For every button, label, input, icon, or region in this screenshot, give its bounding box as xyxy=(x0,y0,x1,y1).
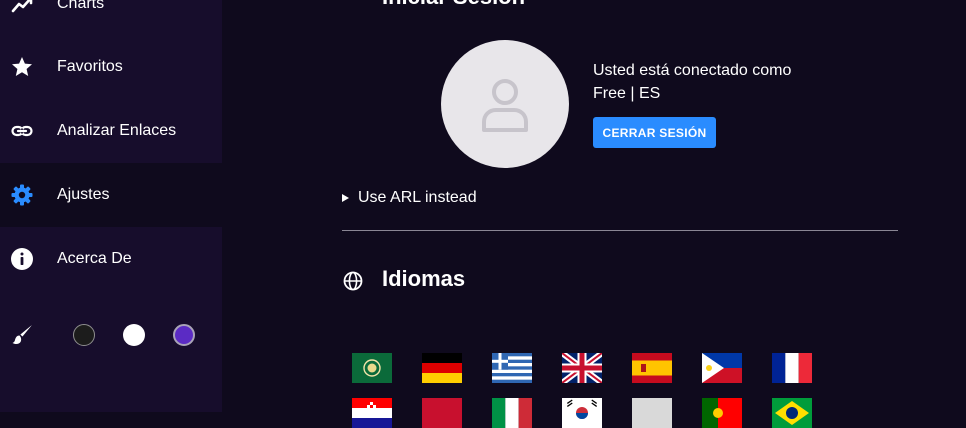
sidebar-item-label: Charts xyxy=(57,0,105,12)
flag-german[interactable] xyxy=(422,353,462,383)
flag-portuguese[interactable] xyxy=(702,398,742,428)
arl-toggle[interactable]: Use ARL instead xyxy=(342,189,477,207)
sidebar-item-favoritos[interactable]: Favoritos xyxy=(0,35,222,99)
flag-filipino[interactable] xyxy=(702,353,742,383)
sidebar-item-ajustes[interactable]: Ajustes xyxy=(0,163,222,227)
theme-swatch-purple[interactable] xyxy=(173,324,195,346)
languages-title: Idiomas xyxy=(382,266,466,291)
login-section-title: Iniciar Sesión xyxy=(382,0,525,10)
star-icon xyxy=(10,55,34,79)
flag-other[interactable] xyxy=(422,398,462,428)
info-icon xyxy=(10,247,34,271)
theme-selector xyxy=(0,303,222,367)
sidebar: Charts Favoritos Analizar Enlaces Ajuste… xyxy=(0,0,222,412)
sidebar-item-label: Favoritos xyxy=(57,58,123,75)
divider xyxy=(342,230,898,231)
theme-swatch-dark[interactable] xyxy=(73,324,95,346)
arl-toggle-label: Use ARL instead xyxy=(358,189,477,206)
flag-italian[interactable] xyxy=(492,398,532,428)
flag-greek[interactable] xyxy=(492,353,532,383)
flag-spanish[interactable] xyxy=(632,353,672,383)
sidebar-item-label: Acerca De xyxy=(57,250,132,267)
avatar xyxy=(441,40,569,168)
sidebar-item-analizar-enlaces[interactable]: Analizar Enlaces xyxy=(0,99,222,163)
sidebar-item-charts[interactable]: Charts xyxy=(0,0,222,36)
triangle-right-icon xyxy=(342,194,349,202)
settings-main: Iniciar Sesión Usted está conectado como… xyxy=(222,0,966,428)
user-icon xyxy=(482,79,528,132)
sidebar-item-label: Ajustes xyxy=(57,186,110,203)
flag-croatian[interactable] xyxy=(352,398,392,428)
flag-french[interactable] xyxy=(772,353,812,383)
flag-brazilian[interactable] xyxy=(772,398,812,428)
gear-icon xyxy=(10,183,34,207)
flag-korean[interactable] xyxy=(562,398,602,428)
sidebar-item-label: Analizar Enlaces xyxy=(57,122,177,139)
sidebar-item-acerca-de[interactable]: Acerca De xyxy=(0,227,222,291)
chart-icon xyxy=(10,0,34,16)
account-info: Free | ES xyxy=(593,85,661,102)
connected-as-text: Usted está conectado como xyxy=(593,62,792,79)
globe-icon xyxy=(343,271,363,296)
flag-english[interactable] xyxy=(562,353,602,383)
link-icon xyxy=(10,119,34,143)
flag-arabic[interactable] xyxy=(352,353,392,383)
theme-swatch-light[interactable] xyxy=(123,324,145,346)
brush-icon xyxy=(10,323,34,352)
flag-other[interactable] xyxy=(632,398,672,428)
logout-button[interactable]: CERRAR SESIÓN xyxy=(593,117,716,148)
